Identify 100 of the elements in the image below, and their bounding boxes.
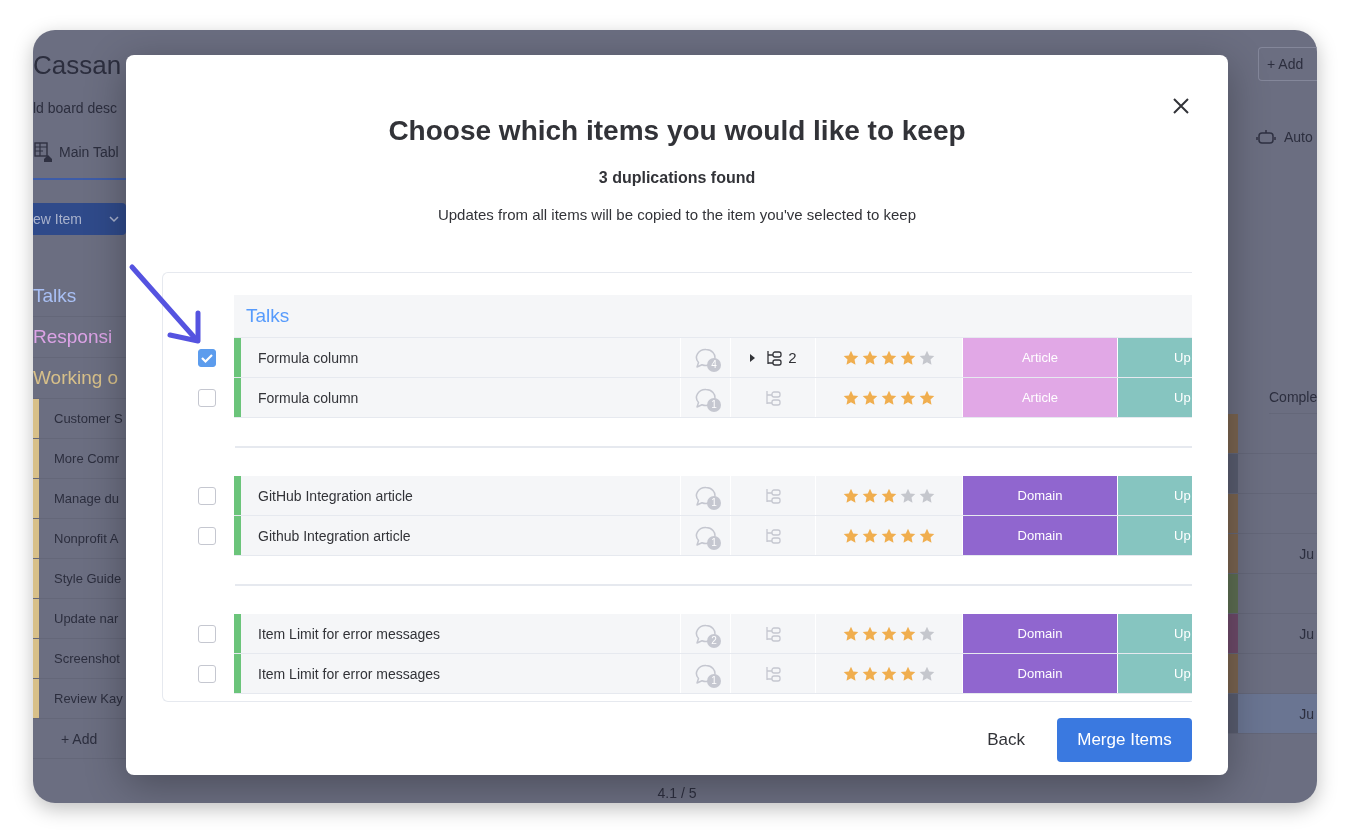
item-name: Review Kay	[54, 691, 123, 706]
star-icon	[881, 349, 897, 366]
star-icon	[900, 527, 916, 544]
item-name: GitHub Integration article	[241, 476, 681, 515]
star-icon	[843, 625, 859, 642]
item-name: Item Limit for error messages	[241, 654, 681, 693]
status-label: Up	[1118, 378, 1192, 417]
back-button[interactable]: Back	[969, 718, 1043, 762]
tag-label: Domain	[963, 654, 1118, 693]
star-icon	[900, 625, 916, 642]
star-icon	[862, 665, 878, 682]
item-name: Manage du	[54, 491, 120, 506]
star-icon	[843, 487, 859, 504]
comment-count: 2	[707, 633, 721, 648]
star-icon	[919, 389, 935, 406]
automate-button[interactable]: Auto	[1256, 121, 1317, 153]
board-title: Cassan	[33, 49, 123, 82]
speech-bubble-icon	[695, 387, 716, 408]
checkbox[interactable]	[198, 665, 216, 683]
tag-label: Domain	[963, 614, 1118, 653]
status-label: Up	[1118, 338, 1192, 377]
close-icon	[1172, 97, 1190, 115]
subitems-icon	[765, 665, 781, 682]
board-description: ld board desc	[33, 99, 119, 118]
pager-text: 4.1 / 5	[657, 785, 697, 801]
star-icon	[862, 487, 878, 504]
star-icon	[881, 389, 897, 406]
star-icon	[843, 349, 859, 366]
add-item-button[interactable]: + Add	[61, 730, 98, 747]
item-name: Github Integration article	[241, 516, 681, 555]
column-header: Comple	[1269, 381, 1317, 414]
caret-right-icon	[749, 352, 757, 363]
comment-count: 4	[707, 357, 721, 372]
dialog-title: Choose which items you would like to keep	[387, 114, 967, 148]
dialog-note: Updates from all items will be copied to the item you've selected to keep	[436, 205, 918, 225]
group-header: Talks	[234, 295, 1192, 338]
star-icon	[862, 389, 878, 406]
star-icon	[843, 527, 859, 544]
star-rating[interactable]	[843, 665, 935, 682]
star-icon	[900, 349, 916, 366]
star-rating[interactable]	[843, 487, 935, 504]
checkbox[interactable]	[198, 487, 216, 505]
star-icon	[843, 389, 859, 406]
star-icon	[919, 625, 935, 642]
status-label: Up	[1118, 654, 1192, 693]
subitem-count: 2	[788, 349, 797, 366]
tag-label: Article	[963, 378, 1118, 417]
item-name: Update nar	[54, 611, 119, 626]
checkbox[interactable]	[198, 389, 216, 407]
star-rating[interactable]	[843, 389, 935, 406]
checkbox[interactable]	[198, 527, 216, 545]
star-icon	[881, 487, 897, 504]
subitems-icon	[765, 487, 781, 504]
table-home-icon	[33, 141, 53, 163]
star-icon	[919, 665, 935, 682]
star-icon	[919, 349, 935, 366]
speech-bubble-icon	[695, 663, 716, 684]
duplications-count: 3 duplications found	[597, 168, 757, 188]
item-name: Style Guide	[54, 571, 122, 586]
date-text: Ju	[1299, 705, 1314, 722]
star-icon	[862, 527, 878, 544]
add-button[interactable]: + Add	[1258, 47, 1317, 81]
date-text: Ju	[1299, 545, 1314, 562]
subitems-icon	[765, 527, 781, 544]
item-name: Formula column	[241, 378, 681, 417]
status-label: Up	[1118, 476, 1192, 515]
item-name: Formula column	[241, 338, 681, 377]
star-icon	[919, 487, 935, 504]
tag-label: Article	[963, 338, 1118, 377]
item-name: Item Limit for error messages	[241, 614, 681, 653]
new-item-button[interactable]: ew Item	[33, 203, 126, 235]
star-icon	[843, 665, 859, 682]
subitems-icon	[765, 625, 781, 642]
speech-bubble-icon	[695, 525, 716, 546]
star-icon	[881, 665, 897, 682]
item-name: More Comr	[54, 451, 119, 466]
subitems-icon	[766, 349, 783, 366]
star-rating[interactable]	[843, 349, 935, 366]
star-icon	[881, 625, 897, 642]
item-name: Screenshot	[54, 651, 120, 666]
tag-label: Domain	[963, 516, 1118, 555]
subitems-icon	[765, 389, 781, 406]
merge-items-button[interactable]: Merge Items	[1057, 718, 1192, 762]
speech-bubble-icon	[695, 347, 716, 368]
chevron-down-icon	[108, 214, 120, 224]
speech-bubble-icon	[695, 485, 716, 506]
checkbox[interactable]	[198, 625, 216, 643]
checkbox[interactable]	[198, 349, 216, 367]
star-icon	[900, 665, 916, 682]
star-icon	[900, 389, 916, 406]
star-icon	[919, 527, 935, 544]
star-icon	[862, 349, 878, 366]
item-name: Customer S	[54, 411, 123, 426]
star-icon	[881, 527, 897, 544]
tag-label: Domain	[963, 476, 1118, 515]
star-rating[interactable]	[843, 527, 935, 544]
star-icon	[900, 487, 916, 504]
date-text: Ju	[1299, 625, 1314, 642]
robot-icon	[1256, 128, 1276, 146]
star-rating[interactable]	[843, 625, 935, 642]
